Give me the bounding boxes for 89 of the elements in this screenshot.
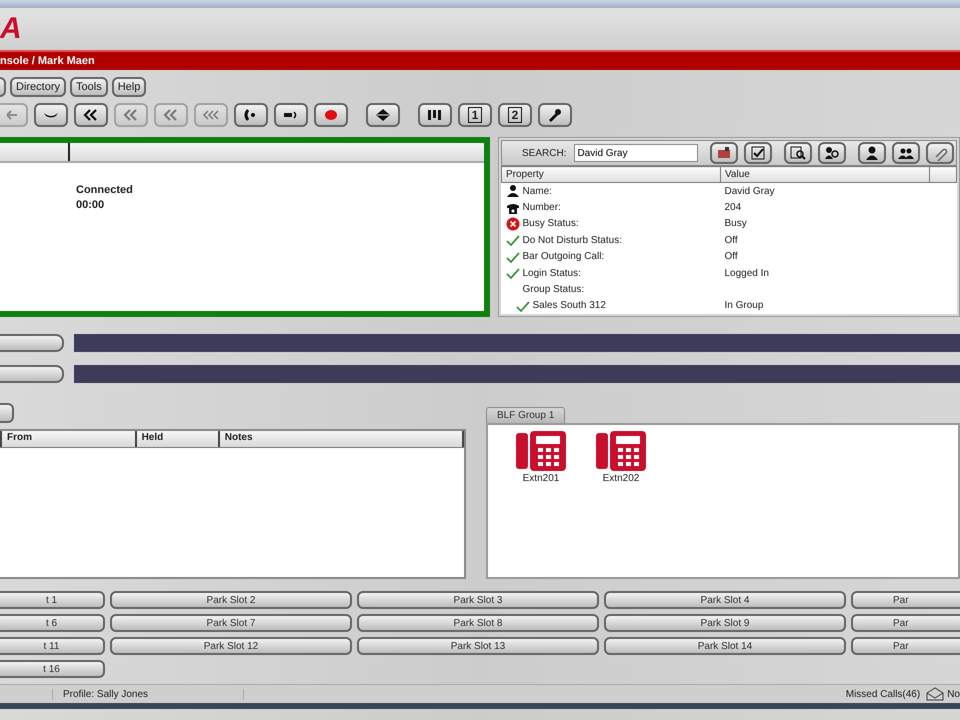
search-field[interactable]: David Gray <box>574 144 698 162</box>
property-name: Bar Outgoing Call: <box>522 251 604 262</box>
double-chevron-icon <box>162 107 180 123</box>
busy-icon <box>506 216 520 231</box>
column-header: From <box>2 431 137 447</box>
extension-label: Extn201 <box>522 473 560 484</box>
toolbar-button[interactable]: 1 <box>458 103 492 127</box>
property-name: Login Status: <box>522 268 581 279</box>
park-slot-button[interactable]: Park Slot 12 <box>110 637 352 655</box>
toolbar-button[interactable] <box>74 103 108 127</box>
checkmark-icon <box>506 250 520 264</box>
blf-tab[interactable]: BLF Group 1 <box>486 407 566 423</box>
card-icon <box>716 145 732 161</box>
record-icon <box>322 107 340 123</box>
park-slot-button[interactable]: Park Slot 4 <box>604 591 846 609</box>
person-icon <box>506 184 520 198</box>
column-header: Held <box>136 431 220 447</box>
park-slot-button[interactable]: Park Slot 14 <box>604 637 846 655</box>
diamond-icon <box>374 107 392 123</box>
line-button[interactable] <box>0 334 64 352</box>
property-value: Logged In <box>724 268 769 279</box>
park-slot-button[interactable]: t 1 <box>0 591 105 609</box>
toolbar-button[interactable] <box>538 103 572 127</box>
toolbar-button[interactable]: 2 <box>498 103 532 127</box>
property-value: Off <box>724 234 738 246</box>
park-slot-button[interactable]: Par <box>851 591 960 609</box>
checkmark-icon <box>506 266 520 280</box>
columns-icon <box>426 107 444 123</box>
panel-button[interactable] <box>0 403 14 423</box>
desk-phone-icon <box>596 431 646 471</box>
desk-phone-icon <box>516 431 566 471</box>
checkmark-icon <box>516 298 530 313</box>
voicemail-label: No <box>947 688 960 700</box>
title-bar: nsole / Mark Maen <box>0 50 960 70</box>
park-slot-button[interactable]: Park Slot 7 <box>110 614 352 632</box>
property-name: Do Not Disturb Status: <box>522 234 622 246</box>
checkmark-icon <box>506 233 520 248</box>
park-slot-button[interactable]: Par <box>851 614 960 632</box>
envelope-icon <box>926 687 944 701</box>
property-value: David Gray <box>724 186 775 197</box>
column-header <box>930 166 956 182</box>
toolbar-button[interactable] <box>366 103 400 127</box>
park-slot-button[interactable]: Park Slot 13 <box>357 637 599 655</box>
search-tool-button[interactable] <box>784 142 812 164</box>
property-name: Number: <box>522 202 561 214</box>
search-tool-button[interactable] <box>744 142 772 164</box>
extension-label: Extn202 <box>602 473 640 484</box>
park-slot-button[interactable]: Park Slot 9 <box>604 614 846 632</box>
column-header: Value <box>720 166 930 182</box>
menu-button[interactable]: Directory <box>10 77 66 97</box>
search-tool-button[interactable] <box>818 142 846 164</box>
toolbar-button[interactable] <box>234 103 268 127</box>
search-tool-button[interactable] <box>858 142 886 164</box>
person-magnifier-icon <box>824 145 840 161</box>
park-slot-button[interactable]: t 16 <box>0 660 105 678</box>
search-tool-button[interactable] <box>892 142 920 164</box>
menu-button[interactable]: Tools <box>70 77 108 97</box>
double-chevron-icon <box>82 107 100 123</box>
call-status: Connected <box>76 183 134 198</box>
call-timer: 00:00 <box>76 198 106 213</box>
missed-calls-label: Missed Calls(46) <box>846 688 920 700</box>
park-slot-button[interactable]: t 11 <box>0 637 105 655</box>
wrench-icon <box>546 107 564 123</box>
property-value: Off <box>724 251 738 262</box>
double-chevron-icon <box>122 107 140 123</box>
property-value: In Group <box>724 300 764 312</box>
park-slot-button[interactable]: Park Slot 8 <box>357 614 599 632</box>
menu-button[interactable]: Help <box>112 77 146 97</box>
line-button[interactable] <box>0 365 64 383</box>
profile-label: Profile: Sally Jones <box>52 688 244 700</box>
person-icon <box>864 145 880 161</box>
property-value: Busy <box>724 218 747 230</box>
property-name: Group Status: <box>522 284 584 295</box>
property-name: Sales South 312 <box>532 300 606 312</box>
search-tool-button[interactable] <box>710 142 738 164</box>
checkmark-icon <box>750 145 766 161</box>
park-slot-button[interactable]: t 6 <box>0 614 105 632</box>
toolbar-button[interactable] <box>274 103 308 127</box>
park-slot-button[interactable]: Par <box>851 637 960 655</box>
column-header: Notes <box>220 431 464 447</box>
property-name: Name: <box>522 186 552 197</box>
park-slot-button[interactable]: Park Slot 3 <box>357 591 599 609</box>
property-name: Busy Status: <box>522 218 579 230</box>
magnifier-icon <box>790 145 806 161</box>
toolbar-button[interactable] <box>418 103 452 127</box>
column-header: Property <box>502 166 720 182</box>
park-slot-button[interactable]: Park Slot 2 <box>110 591 352 609</box>
property-value: 204 <box>724 202 742 214</box>
search-label: SEARCH: <box>522 148 566 158</box>
